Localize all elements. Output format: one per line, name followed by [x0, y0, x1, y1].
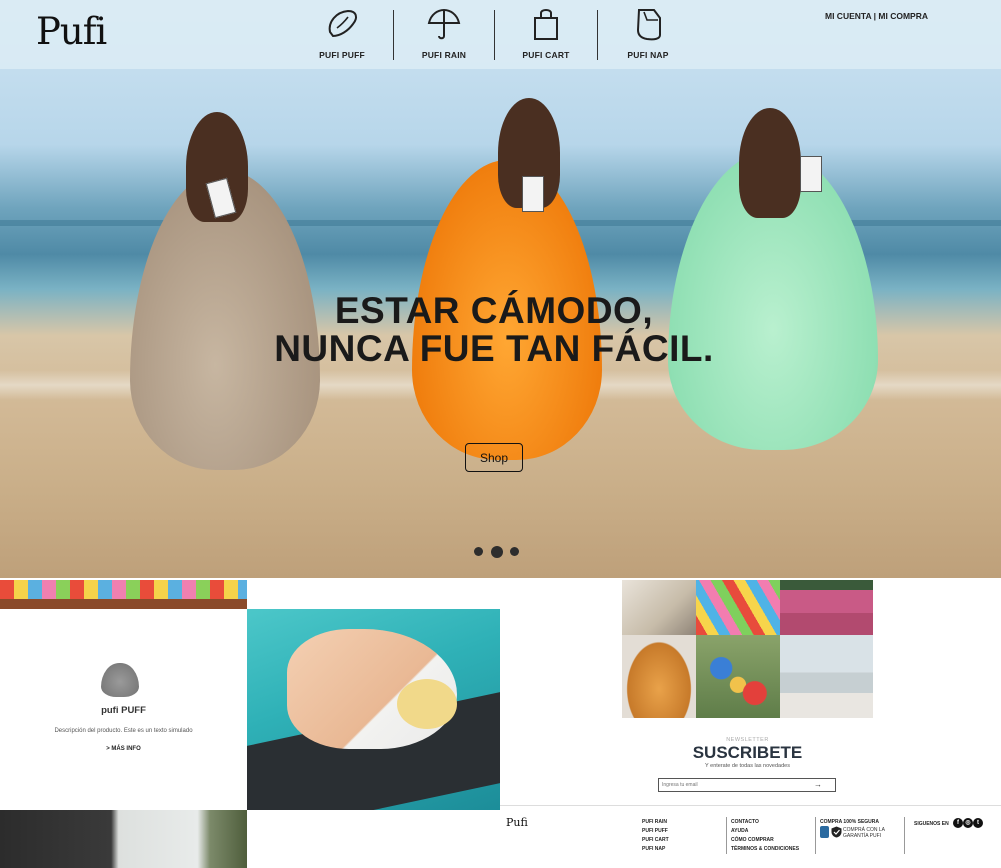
nav-pufi-rain[interactable]: PUFI RAIN [404, 6, 484, 63]
footer-link-pufi-nap[interactable]: PUFI NAP [642, 845, 669, 854]
headline-line-2: NUNCA FUE TAN FÁCIL. [274, 328, 714, 369]
product-collage [622, 580, 873, 718]
collage-image [622, 635, 696, 718]
collage-image [780, 580, 873, 635]
collage-image [622, 580, 696, 635]
nav-divider [393, 10, 394, 60]
footer-divider [726, 817, 727, 854]
product-name: pufi PUFF [101, 705, 146, 716]
spacer [247, 580, 500, 609]
nav-pufi-cart[interactable]: PUFI CART [506, 6, 586, 63]
account-links: MI CUENTA | MI COMPRA [825, 11, 928, 21]
footer-link-pufi-puff[interactable]: PUFI PUFF [642, 827, 669, 836]
my-purchase-link[interactable]: MI COMPRA [878, 11, 928, 21]
newsletter-submit-arrow-icon[interactable]: → [813, 780, 823, 790]
secure-purchase-title: COMPRA 100% SEGURA [820, 819, 879, 825]
more-info-link[interactable]: > MÁS INFO [0, 746, 247, 752]
my-account-link[interactable]: MI CUENTA [825, 11, 871, 21]
nav-label: PUFI CART [522, 50, 570, 60]
carousel-dot-3[interactable] [510, 547, 519, 556]
collage-image [696, 635, 780, 718]
brand-logo[interactable]: Pufi [36, 10, 107, 53]
footer-logo[interactable]: Pufi [506, 816, 528, 829]
footer-help: CONTACTO AYUDA CÓMO COMPRAR TÉRMINOS & C… [731, 818, 799, 854]
footer-link-how-to-buy[interactable]: CÓMO COMPRAR [731, 836, 799, 845]
product-tag [522, 176, 544, 212]
footer-products: PUFI RAIN PUFI PUFF PUFI CART PUFI NAP [642, 818, 669, 854]
newsletter-subtitle: Y enterate de todas las novedades [705, 763, 790, 769]
nav-divider [494, 10, 495, 60]
facebook-icon[interactable]: f [953, 818, 963, 828]
footer-link-contact[interactable]: CONTACTO [731, 818, 799, 827]
footer-link-help[interactable]: AYUDA [731, 827, 799, 836]
nav-label: PUFI RAIN [421, 50, 467, 60]
secure-badge-icon [820, 826, 829, 838]
footer-divider [904, 817, 905, 854]
carousel-dot-1[interactable] [474, 547, 483, 556]
product-tag [800, 156, 822, 192]
hero-headline: ESTAR CÁMODO, NUNCA FUE TAN FÁCIL. [0, 292, 988, 368]
headline-line-1: ESTAR CÁMODO, [334, 290, 654, 331]
product-description: Descripción del producto. Este es un tex… [54, 728, 193, 734]
instagram-icon[interactable]: ◎ [963, 818, 973, 828]
shopping-bag-icon [534, 9, 558, 40]
follow-us-label: SIGUENOS EN [914, 821, 949, 827]
shield-icon [831, 826, 842, 838]
shop-button[interactable]: Shop [465, 443, 523, 472]
secure-purchase-text: COMPRÁ CON LA GARANTÍA PUFI [843, 827, 885, 839]
carousel-dot-2[interactable] [491, 546, 503, 558]
top-navigation: Pufi PUFI PUFF PUFI RAIN PUFI CART PUFI … [0, 0, 1001, 69]
nav-pufi-puff[interactable]: PUFI PUFF [302, 6, 382, 63]
newsletter-title: SUSCRIBETE [692, 743, 803, 762]
nav-pufi-nap[interactable]: PUFI NAP [608, 6, 688, 63]
nav-label: PUFI PUFF [319, 50, 365, 60]
spacer [247, 810, 500, 868]
footer-link-pufi-cart[interactable]: PUFI CART [642, 836, 669, 845]
nav-divider [597, 10, 598, 60]
person-hair [739, 108, 801, 218]
umbrella-icon [427, 8, 461, 40]
newsletter-email-input[interactable] [658, 778, 836, 792]
footer-link-pufi-rain[interactable]: PUFI RAIN [642, 818, 669, 827]
collage-image [780, 635, 873, 718]
footer-link-terms[interactable]: TÉRMINOS & CONDICIONES [731, 845, 799, 854]
hero-banner: ESTAR CÁMODO, NUNCA FUE TAN FÁCIL. Shop [0, 0, 1001, 578]
interior-image [0, 810, 247, 868]
footer-divider [815, 817, 816, 854]
person-hair [397, 679, 457, 729]
twitter-icon[interactable]: t [973, 818, 983, 828]
bean-bag-icon [328, 9, 357, 38]
nav-label: PUFI NAP [627, 50, 669, 60]
nap-bag-icon [636, 9, 661, 41]
collage-image [696, 580, 780, 635]
pool-lifestyle-image [247, 609, 500, 810]
umbrella-street-image [0, 580, 247, 609]
